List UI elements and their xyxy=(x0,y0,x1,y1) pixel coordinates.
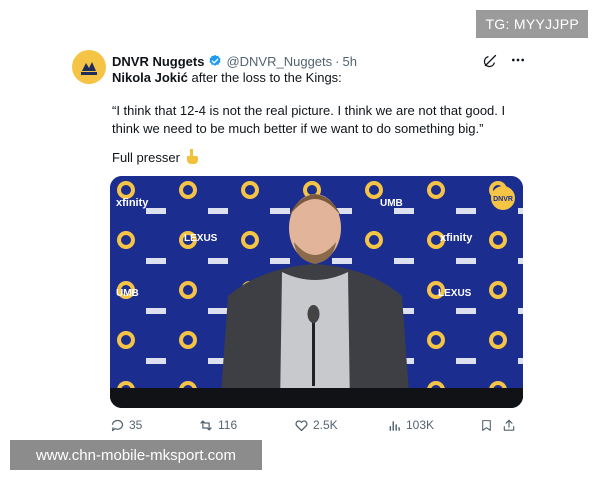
presser-label: Full presser xyxy=(112,150,180,165)
lead-rest: after the loss to the Kings: xyxy=(187,70,342,85)
share-action[interactable] xyxy=(502,418,522,433)
separator-dot: · xyxy=(335,53,340,69)
press-conference-scene: DNVR xfinity LEXUS UMB xfinity LEXUS UMB xyxy=(110,176,523,408)
like-count: 2.5K xyxy=(313,418,338,432)
tweet-header: DNVR Nuggets @DNVR_Nuggets · 5h xyxy=(112,52,526,70)
tweet-card: DNVR Nuggets @DNVR_Nuggets · 5h Nikola J… xyxy=(64,38,536,442)
lead-name: Nikola Jokić xyxy=(112,70,188,85)
views-icon xyxy=(389,420,400,431)
backdrop-brand-4: xfinity xyxy=(440,232,473,244)
share-icon xyxy=(503,419,515,431)
bookmark-icon xyxy=(482,419,491,431)
grok-icon[interactable] xyxy=(483,53,498,71)
dnvr-logo-icon xyxy=(77,55,101,79)
repost-count: 116 xyxy=(218,418,238,432)
repost-icon xyxy=(200,420,212,430)
video-thumbnail[interactable]: DNVR xfinity LEXUS UMB xfinity LEXUS UMB xyxy=(110,176,523,408)
display-name[interactable]: DNVR Nuggets xyxy=(112,54,204,69)
backdrop-brand-3: UMB xyxy=(116,288,139,299)
heart-icon xyxy=(295,419,308,431)
reply-icon xyxy=(111,419,124,431)
views-action[interactable]: 103K xyxy=(388,418,480,433)
more-icon[interactable] xyxy=(510,52,526,71)
tweet-actions: 35 116 2.5K 103K xyxy=(110,416,522,434)
header-actions xyxy=(483,52,526,71)
handle[interactable]: @DNVR_Nuggets xyxy=(226,54,332,69)
bookmark-action[interactable] xyxy=(480,418,502,433)
backdrop-brand-1: xfinity xyxy=(116,197,149,209)
backdrop-brand-2: LEXUS xyxy=(184,233,218,244)
avatar[interactable] xyxy=(72,50,106,84)
backdrop-brand-5: LEXUS xyxy=(438,288,472,299)
reply-action[interactable]: 35 xyxy=(110,418,198,433)
like-action[interactable]: 2.5K xyxy=(294,418,388,433)
pointing-down-hand-icon xyxy=(185,148,199,167)
repost-action[interactable]: 116 xyxy=(198,418,294,433)
site-watermark: www.chn-mobile-mksport.com xyxy=(10,440,262,470)
backdrop-brand-6: UMB xyxy=(380,198,403,209)
telegram-watermark-badge: TG: MYYJJPP xyxy=(476,10,588,38)
timestamp[interactable]: 5h xyxy=(342,54,356,69)
reply-count: 35 xyxy=(129,418,143,432)
tweet-quote: “I think that 12-4 is not the real pictu… xyxy=(112,103,506,136)
verified-badge-icon xyxy=(208,54,222,68)
tweet-lead-line: Nikola Jokić after the loss to the Kings… xyxy=(112,70,342,85)
presser-line: Full presser xyxy=(112,148,199,167)
view-count: 103K xyxy=(406,418,435,432)
corner-badge-text: DNVR xyxy=(493,196,513,203)
